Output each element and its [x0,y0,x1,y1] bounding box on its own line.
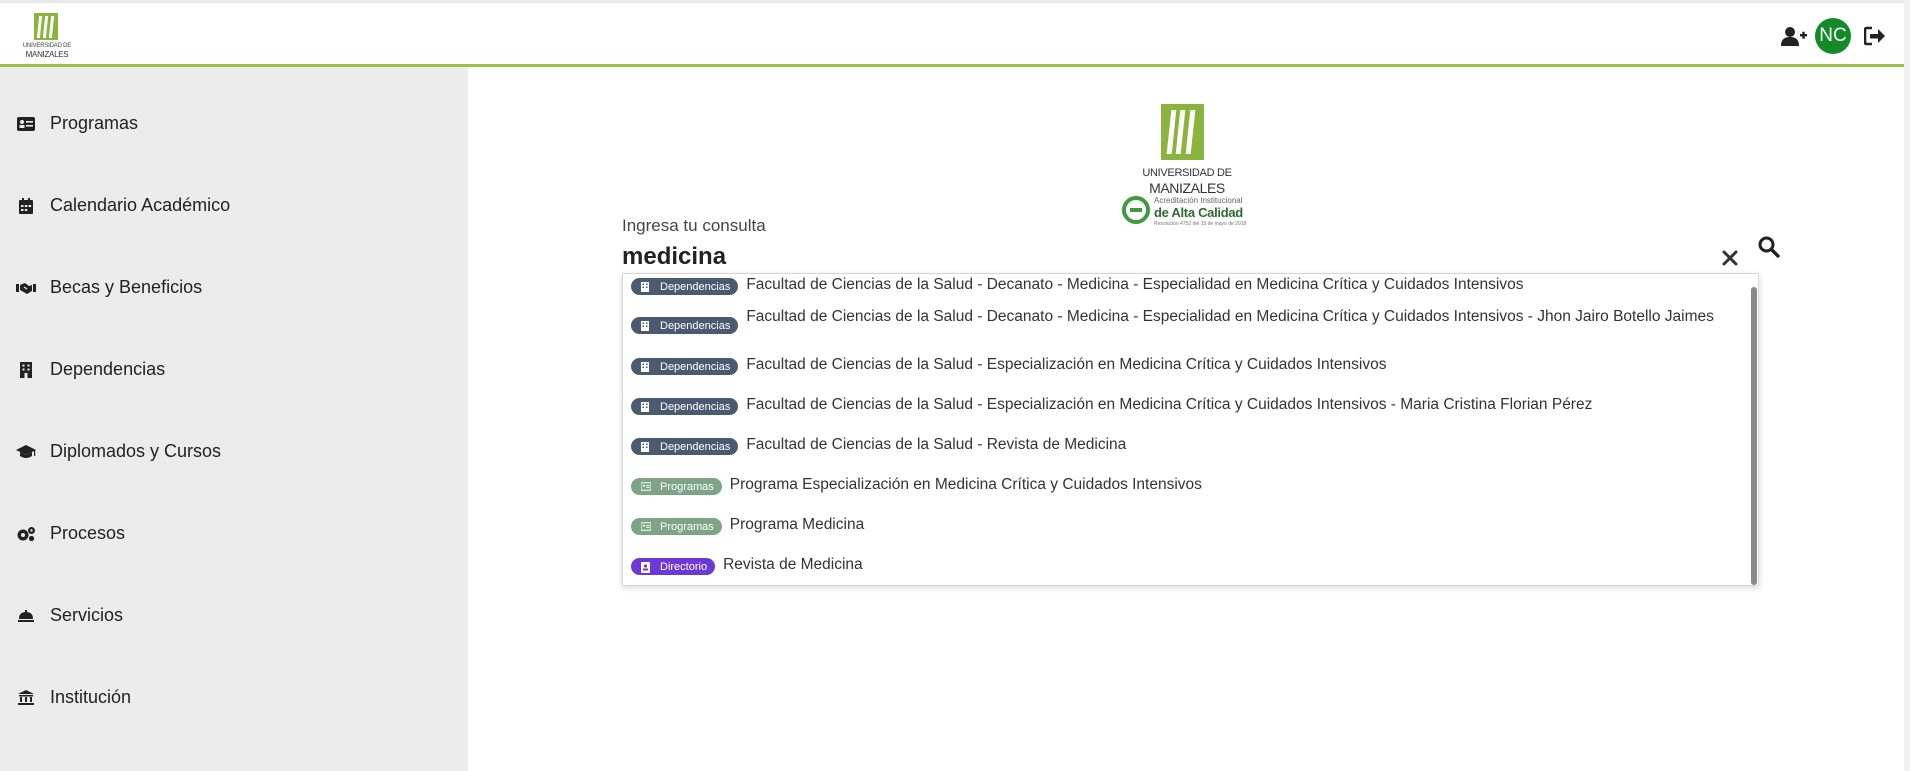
sidebar-item-programas[interactable]: Programas [16,113,138,134]
search-label: Ingresa tu consulta [622,216,766,235]
badge-label: Dependencias [660,280,731,293]
graduation-cap-icon [16,444,36,460]
sidebar-item-label: Calendario Académico [50,195,231,215]
sidebar: Programas Calendario Académico Becas y B… [0,67,468,771]
sidebar-item-label: Diplomados y Cursos [50,441,222,461]
list-item[interactable]: Dependencias Facultad de Ciencias de la … [631,397,1592,415]
building-icon [16,361,36,378]
clear-icon[interactable] [1720,248,1740,268]
logo-mark-icon [34,13,58,40]
search-icon[interactable] [1757,235,1781,259]
sidebar-item-label: Servicios [50,605,124,625]
list-item[interactable]: Programas Programa Especialización en Me… [631,477,1202,495]
gears-icon [16,526,36,542]
sidebar-item-procesos[interactable]: Procesos [16,523,125,544]
add-user-icon[interactable] [1781,25,1807,47]
result-text: Programa Especialización en Medicina Crí… [729,476,1202,493]
sidebar-item-servicios[interactable]: Servicios [16,605,123,626]
sidebar-item-institucion[interactable]: Institución [16,687,131,708]
page-scrollbar[interactable] [1904,0,1910,771]
sidebar-item-becas[interactable]: Becas y Beneficios [16,277,202,298]
category-badge: Dependencias [631,398,739,415]
badge-label: Dependencias [660,440,731,453]
accreditation-title: de Alta Calidad [1154,205,1243,220]
bell-service-icon [16,608,36,624]
building-icon [641,401,651,412]
category-badge: Dependencias [631,278,739,295]
list-item[interactable]: Dependencias Facultad de Ciencias de la … [631,357,1386,375]
sidebar-item-diplomados[interactable]: Diplomados y Cursos [16,441,221,462]
category-badge: Dependencias [631,358,739,375]
university-logo: UNIVERSIDAD DE MANIZALES Acreditación In… [1118,100,1256,230]
building-icon [641,281,651,292]
sidebar-item-calendario[interactable]: Calendario Académico [16,195,230,216]
id-card-icon [16,116,36,132]
accreditation-seal-icon [1122,196,1150,224]
sidebar-item-label: Institución [50,687,132,707]
header-logo-line1: UNIVERSIDAD DE [22,43,72,49]
badge-label: Programas [660,480,714,493]
address-book-icon [641,561,651,573]
sidebar-item-label: Programas [50,113,139,133]
institution-icon [16,690,36,706]
list-item[interactable]: Dependencias Facultad de Ciencias de la … [631,437,1126,455]
result-text: Programa Medicina [729,516,865,533]
header-actions: NC [1781,18,1886,54]
badge-label: Dependencias [660,360,731,373]
logout-icon[interactable] [1863,26,1886,46]
accreditation-small: Acreditación Institucional [1154,196,1243,205]
result-text: Facultad de Ciencias de la Salud - Espec… [746,356,1387,373]
header-logo-line2: MANIZALES [25,50,69,59]
id-card-icon [641,521,651,532]
dropdown-scrollbar[interactable] [1751,287,1757,585]
accreditation-resolution: Resolución 4752 del 15 de mayo de 2018 [1154,221,1247,227]
avatar[interactable]: NC [1815,18,1851,54]
result-text: Facultad de Ciencias de la Salud - Decan… [746,308,1714,325]
header-logo[interactable]: UNIVERSIDAD DE MANIZALES [16,13,78,61]
id-card-icon [641,481,651,492]
list-item[interactable]: Dependencias Facultad de Ciencias de la … [631,309,1721,334]
badge-label: Directorio [660,560,708,573]
list-item[interactable]: Directorio Revista de Medicina [631,557,863,575]
list-item[interactable]: Programas Programa Medicina [631,517,864,535]
category-badge: Programas [631,478,722,495]
building-icon [641,320,651,331]
category-badge: Dependencias [631,317,739,334]
search-input[interactable] [622,240,1750,274]
sidebar-item-dependencias[interactable]: Dependencias [16,359,165,380]
result-text: Revista de Medicina [723,556,863,573]
logo-line1: UNIVERSIDAD DE [1142,167,1232,179]
badge-label: Dependencias [660,400,731,413]
sidebar-item-label: Becas y Beneficios [50,277,203,297]
category-badge: Dependencias [631,438,739,455]
search-results-dropdown: Dependencias Facultad de Ciencias de la … [622,273,1759,586]
result-text: Facultad de Ciencias de la Salud - Espec… [746,396,1593,413]
result-text: Facultad de Ciencias de la Salud - Revis… [746,436,1127,453]
building-icon [641,441,651,452]
logo-line2: MANIZALES [1149,180,1225,196]
logo-mark-icon [1161,104,1204,160]
result-text: Facultad de Ciencias de la Salud - Decan… [746,276,1524,293]
badge-label: Dependencias [660,319,731,332]
sidebar-item-label: Procesos [50,523,126,543]
building-icon [641,361,651,372]
category-badge: Directorio [631,558,716,575]
badge-label: Programas [660,520,714,533]
calendar-icon [16,197,36,214]
list-item[interactable]: Dependencias Facultad de Ciencias de la … [631,277,1523,295]
category-badge: Programas [631,518,722,535]
top-header: UNIVERSIDAD DE MANIZALES NC [0,0,1904,67]
handshake-icon [16,280,36,296]
sidebar-item-label: Dependencias [50,359,166,379]
